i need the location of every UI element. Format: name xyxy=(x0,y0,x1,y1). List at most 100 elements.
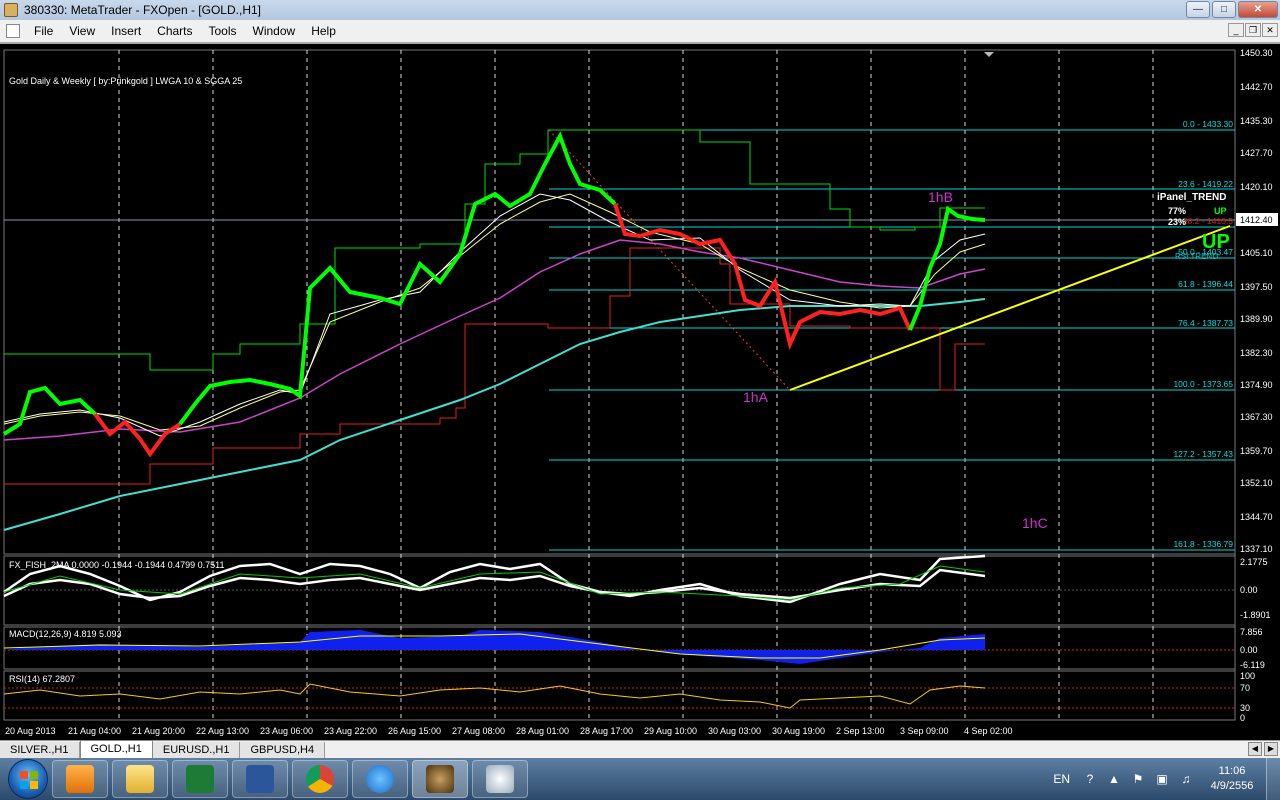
system-tray: EN ? ▲ ⚑ ▣ ♫ 11:06 4/9/2556 xyxy=(1053,758,1280,800)
help-icon[interactable]: ? xyxy=(1082,771,1098,787)
wave-label-1hc: 1hC xyxy=(1022,515,1048,531)
chart-close-button[interactable]: ✕ xyxy=(1262,23,1278,37)
price-tick: 1382.30 xyxy=(1240,348,1273,358)
paint-icon xyxy=(486,765,514,793)
price-tick: 1337.10 xyxy=(1240,544,1273,554)
language-indicator[interactable]: EN xyxy=(1053,772,1070,786)
time-tick: 28 Aug 17:00 xyxy=(580,726,633,736)
fib-label-100: 100.0 - 1373.65 xyxy=(1173,379,1233,389)
time-tick: 27 Aug 08:00 xyxy=(452,726,505,736)
windows-logo-icon xyxy=(20,771,38,789)
price-series-bull xyxy=(2,385,97,436)
taskbar-paint[interactable] xyxy=(472,760,528,798)
fish-axis-bottom: -1.8901 xyxy=(1240,610,1271,620)
tab-gbpusd-h4[interactable]: GBPUSD,H4 xyxy=(240,742,326,758)
time-axis: 20 Aug 2013 21 Aug 04:00 21 Aug 20:00 22… xyxy=(5,726,1013,736)
chart-document-icon[interactable] xyxy=(6,24,20,38)
fish-axis-top: 2.1775 xyxy=(1240,557,1268,567)
rsi-axis-0: 0 xyxy=(1240,713,1245,723)
time-tick: 28 Aug 01:00 xyxy=(516,726,569,736)
rsi-axis-30: 30 xyxy=(1240,703,1250,713)
menu-view[interactable]: View xyxy=(61,20,103,42)
menu-charts[interactable]: Charts xyxy=(149,20,200,42)
network-icon[interactable]: ▣ xyxy=(1154,771,1170,787)
taskbar-internet-explorer[interactable] xyxy=(352,760,408,798)
tab-gold-h1[interactable]: GOLD.,H1 xyxy=(79,740,153,758)
menu-help[interactable]: Help xyxy=(303,20,344,42)
taskbar-media-player[interactable] xyxy=(52,760,108,798)
time-tick: 29 Aug 10:00 xyxy=(644,726,697,736)
chart-minimize-button[interactable]: _ xyxy=(1228,23,1244,37)
time-tick: 4 Sep 02:00 xyxy=(964,726,1013,736)
price-tick: 1344.70 xyxy=(1240,512,1273,522)
chart-restore-button[interactable]: ❐ xyxy=(1245,23,1261,37)
window-title: 380330: MetaTrader - FXOpen - [GOLD.,H1] xyxy=(24,3,261,17)
price-tick: 1450.30 xyxy=(1240,48,1273,58)
show-desktop-button[interactable] xyxy=(1266,758,1280,800)
taskbar-metatrader[interactable] xyxy=(412,760,468,798)
menu-tools[interactable]: Tools xyxy=(201,20,245,42)
time-tick: 22 Aug 13:00 xyxy=(196,726,249,736)
menu-window[interactable]: Window xyxy=(245,20,304,42)
price-axis: 1450.30 1442.70 1435.30 1427.70 1420.10 … xyxy=(1240,48,1273,554)
clock[interactable]: 11:06 4/9/2556 xyxy=(1202,764,1262,794)
tab-eurusd-h1[interactable]: EURUSD.,H1 xyxy=(152,742,241,758)
price-chart[interactable]: Gold Daily & Weekly [ by:Prinkgold ] LWG… xyxy=(0,44,1280,742)
show-hidden-icons[interactable]: ▲ xyxy=(1106,771,1122,787)
menu-insert[interactable]: Insert xyxy=(103,20,149,42)
price-tick: 1427.70 xyxy=(1240,148,1273,158)
ipanel-pct-up: 77% xyxy=(1168,206,1186,216)
time-tick: 21 Aug 04:00 xyxy=(68,726,121,736)
time-tick: 21 Aug 20:00 xyxy=(132,726,185,736)
chart-window[interactable]: Gold Daily & Weekly [ by:Prinkgold ] LWG… xyxy=(0,42,1280,740)
time-tick: 23 Aug 06:00 xyxy=(260,726,313,736)
maximize-button[interactable]: □ xyxy=(1212,1,1236,18)
trendline[interactable] xyxy=(789,225,1231,391)
volume-icon[interactable]: ♫ xyxy=(1178,771,1194,787)
fib-lines xyxy=(549,129,1235,551)
taskbar-word[interactable] xyxy=(232,760,288,798)
clock-date: 4/9/2556 xyxy=(1210,780,1254,792)
price-tick: 1405.10 xyxy=(1240,248,1273,258)
tab-silver-h1[interactable]: SILVER.,H1 xyxy=(0,742,80,758)
chart-tabs: SILVER.,H1 GOLD.,H1 EURUSD.,H1 GBPUSD,H4… xyxy=(0,740,1280,758)
main-panel-frame xyxy=(3,49,1236,555)
start-button[interactable] xyxy=(8,759,48,799)
close-button[interactable]: ✕ xyxy=(1238,1,1278,18)
excel-icon xyxy=(186,765,214,793)
time-tick: 2 Sep 13:00 xyxy=(836,726,885,736)
taskbar-explorer[interactable] xyxy=(112,760,168,798)
taskbar-excel[interactable] xyxy=(172,760,228,798)
internet-explorer-icon xyxy=(366,765,394,793)
action-center-flag-icon[interactable]: ⚑ xyxy=(1130,771,1146,787)
price-series-bull-2 xyxy=(178,131,617,426)
media-player-icon xyxy=(66,765,94,793)
price-tick: 1359.70 xyxy=(1240,446,1273,456)
fish-axis-zero: 0.00 xyxy=(1240,585,1258,595)
taskbar-chrome[interactable] xyxy=(292,760,348,798)
menu-bar: File View Insert Charts Tools Window Hel… xyxy=(0,20,1280,42)
fib-label-61-8: 61.8 - 1396.44 xyxy=(1178,279,1233,289)
macd-axis-zero: 0.00 xyxy=(1240,645,1258,655)
taskbar: EN ? ▲ ⚑ ▣ ♫ 11:06 4/9/2556 xyxy=(0,758,1280,800)
folder-icon xyxy=(126,765,154,793)
macd-axis-bottom: -6.119 xyxy=(1240,660,1265,670)
ipanel-rsi-trend: RSI TREND: xyxy=(1175,252,1220,261)
chrome-icon xyxy=(306,765,334,793)
tab-scroll-left-icon[interactable]: ◀ xyxy=(1248,742,1262,756)
clock-time: 11:06 xyxy=(1218,765,1246,777)
menu-file[interactable]: File xyxy=(26,20,61,42)
title-bar: 380330: MetaTrader - FXOpen - [GOLD.,H1]… xyxy=(0,0,1280,20)
price-tick: 1397.50 xyxy=(1240,282,1273,292)
chart-shift-marker[interactable] xyxy=(984,52,994,57)
ipanel-pct-down: 23% xyxy=(1168,217,1186,227)
time-tick: 20 Aug 2013 xyxy=(5,726,56,736)
tab-scroll-right-icon[interactable]: ▶ xyxy=(1264,742,1278,756)
time-tick: 3 Sep 09:00 xyxy=(900,726,949,736)
ipanel-big-trend: UP xyxy=(1202,231,1230,253)
price-tick: 1367.30 xyxy=(1240,412,1273,422)
fish-label: FX_FISH_2MA 0.0000 -0.1944 -0.1944 0.479… xyxy=(9,560,225,570)
time-tick: 30 Aug 03:00 xyxy=(708,726,761,736)
fib-anchor-line xyxy=(548,129,791,391)
minimize-button[interactable]: — xyxy=(1186,1,1210,18)
